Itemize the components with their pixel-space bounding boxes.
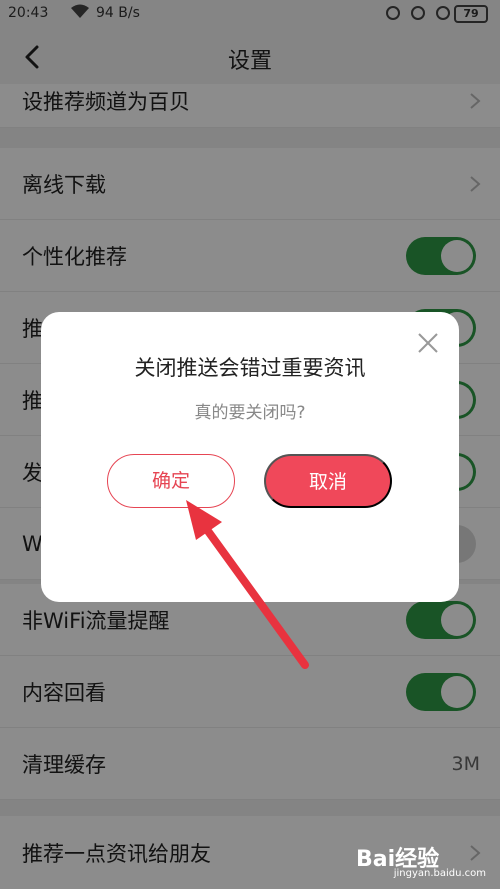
dialog-subtitle: 真的要关闭吗? [194,403,306,423]
confirm-dialog: 关闭推送会错过重要资讯 真的要关闭吗? 确定 取消 [41,312,459,602]
watermark-url: jingyan.baidu.com [393,868,486,879]
confirm-button[interactable]: 确定 [107,454,235,508]
close-icon[interactable] [417,332,439,354]
baidu-jingyan-watermark: Bai经验 jingyan.baidu.com [356,841,486,881]
dialog-title: 关闭推送会错过重要资讯 [134,356,366,380]
cancel-button[interactable]: 取消 [264,454,392,508]
